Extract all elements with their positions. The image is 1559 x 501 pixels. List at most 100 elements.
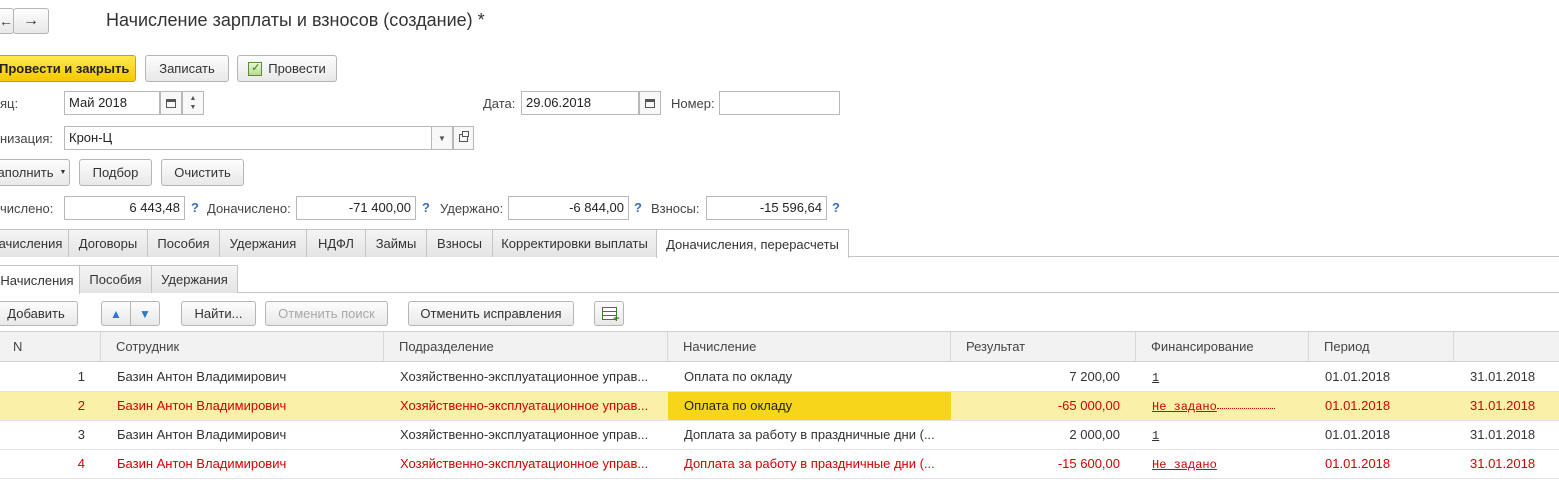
row-number: 4 (77, 456, 85, 471)
contributions-help-icon[interactable]: ? (832, 200, 840, 215)
date-field[interactable]: 29.06.2018 (521, 91, 639, 115)
month-field[interactable]: Май 2018 (64, 91, 160, 115)
arrow-down-icon: ▼ (139, 306, 151, 321)
accrued-label: числено: (0, 201, 54, 216)
department-cell[interactable]: Хозяйственно-эксплуатационное управ... (400, 392, 664, 420)
save-button[interactable]: Записать (145, 55, 229, 82)
financing-cell[interactable]: 1 (1152, 363, 1292, 391)
add-row-button[interactable]: Добавить (0, 301, 78, 326)
number-field[interactable] (719, 91, 840, 115)
tab-contracts[interactable]: Договоры (68, 229, 148, 257)
employee-cell[interactable]: Базин Антон Владимирович (117, 421, 379, 449)
financing-link[interactable]: Не задано (1152, 458, 1217, 472)
subtab-accruals[interactable]: Начисления (0, 265, 80, 294)
result-cell[interactable]: 7 200,00 (951, 363, 1120, 391)
financing-cell[interactable]: Не задано (1152, 392, 1292, 420)
withheld-help-icon[interactable]: ? (634, 200, 642, 215)
clear-button[interactable]: Очистить (161, 159, 244, 186)
financing-cell[interactable]: 1 (1152, 421, 1292, 449)
accrual-cell[interactable]: Оплата по окладу (668, 392, 951, 420)
tab-payment-corrections[interactable]: Корректировки выплаты (492, 229, 657, 257)
back-button[interactable]: ← (0, 8, 14, 34)
column-header-department[interactable]: Подразделение (384, 332, 668, 362)
month-label: яц: (0, 96, 19, 111)
cancel-corrections-button[interactable]: Отменить исправления (408, 301, 574, 326)
column-header-employee[interactable]: Сотрудник (101, 332, 384, 362)
employee-cell[interactable]: Базин Антон Владимирович (117, 363, 379, 391)
period-from-cell[interactable]: 01.01.2018 (1325, 450, 1445, 478)
arrow-up-icon: ▲ (110, 306, 122, 321)
calendar-icon (166, 98, 176, 108)
chevron-up-icon: ▲ (189, 95, 197, 102)
table-row[interactable]: 4 Базин Антон Владимирович Хозяйственно-… (0, 450, 1559, 479)
table-row[interactable]: 3 Базин Антон Владимирович Хозяйственно-… (0, 421, 1559, 450)
forward-button[interactable]: → (13, 8, 49, 34)
column-header-period[interactable]: Период (1309, 332, 1454, 362)
subtab-benefits[interactable]: Пособия (79, 265, 152, 293)
period-to-cell[interactable]: 31.01.2018 (1470, 450, 1559, 478)
move-down-button[interactable]: ▼ (130, 301, 160, 326)
row-number: 2 (77, 398, 85, 413)
withheld-field: -6 844,00 (508, 196, 629, 220)
tab-ndfl[interactable]: НДФЛ (306, 229, 366, 257)
tab-deductions[interactable]: Удержания (219, 229, 307, 257)
column-header-n[interactable]: N (0, 332, 101, 362)
result-cell[interactable]: -15 600,00 (951, 450, 1120, 478)
table-row[interactable]: 1 Базин Антон Владимирович Хозяйственно-… (0, 363, 1559, 392)
employee-cell[interactable]: Базин Антон Владимирович (117, 392, 379, 420)
table-settings-button[interactable]: + (594, 301, 624, 326)
result-cell[interactable]: 2 000,00 (951, 421, 1120, 449)
select-button[interactable]: Подбор (79, 159, 152, 186)
result-cell[interactable]: -65 000,00 (951, 392, 1120, 420)
column-header-financing[interactable]: Финансирование (1136, 332, 1309, 362)
period-from-cell[interactable]: 01.01.2018 (1325, 392, 1445, 420)
table-row[interactable]: 2 Базин Антон Владимирович Хозяйственно-… (0, 392, 1559, 421)
date-calendar-button[interactable] (639, 91, 661, 115)
organization-field[interactable]: Крон-Ц (64, 126, 432, 150)
department-cell[interactable]: Хозяйственно-эксплуатационное управ... (400, 421, 664, 449)
period-to-cell[interactable]: 31.01.2018 (1470, 363, 1559, 391)
period-from-cell[interactable]: 01.01.2018 (1325, 421, 1445, 449)
post-and-close-button[interactable]: Провести и закрыть (0, 55, 136, 82)
tab-accruals[interactable]: ачисления (0, 229, 69, 257)
accrual-cell[interactable]: Доплата за работу в праздничные дни (... (684, 450, 946, 478)
tab-benefits[interactable]: Пособия (147, 229, 220, 257)
subtab-deductions[interactable]: Удержания (151, 265, 238, 293)
period-to-cell[interactable]: 31.01.2018 (1470, 392, 1559, 420)
fill-dropdown-button[interactable]: аполнить ▼ (0, 159, 70, 186)
period-to-cell[interactable]: 31.01.2018 (1470, 421, 1559, 449)
employee-cell[interactable]: Базин Антон Владимирович (117, 450, 379, 478)
financing-cell[interactable]: Не задано (1152, 450, 1292, 478)
find-button[interactable]: Найти... (181, 301, 256, 326)
accrual-cell[interactable]: Оплата по окладу (684, 363, 946, 391)
month-stepper[interactable]: ▲ ▼ (182, 91, 204, 115)
cancel-search-button[interactable]: Отменить поиск (265, 301, 388, 326)
calendar-button[interactable] (160, 91, 182, 115)
fill-label: аполнить (0, 165, 54, 180)
row-number: 3 (77, 427, 85, 442)
tab-contributions[interactable]: Взносы (426, 229, 493, 257)
period-from-cell[interactable]: 01.01.2018 (1325, 363, 1445, 391)
chevron-down-icon: ▼ (189, 104, 197, 111)
column-header-result[interactable]: Результат (951, 332, 1136, 362)
move-up-button[interactable]: ▲ (101, 301, 131, 326)
organization-dropdown-button[interactable]: ▼ (431, 126, 453, 150)
tab-additional-accruals[interactable]: Доначисления, перерасчеты (656, 229, 849, 258)
financing-link[interactable]: Не задано (1152, 400, 1217, 414)
column-header-period-end[interactable] (1454, 332, 1559, 362)
accrual-cell[interactable]: Доплата за работу в праздничные дни (... (684, 421, 946, 449)
additional-help-icon[interactable]: ? (422, 200, 430, 215)
column-header-accrual[interactable]: Начисление (668, 332, 951, 362)
department-cell[interactable]: Хозяйственно-эксплуатационное управ... (400, 363, 664, 391)
post-label: Провести (268, 61, 326, 76)
accrued-help-icon[interactable]: ? (191, 200, 199, 215)
financing-link[interactable]: 1 (1152, 371, 1159, 385)
financing-link[interactable]: 1 (1152, 429, 1159, 443)
calendar-icon (645, 98, 655, 108)
tab-loans[interactable]: Займы (365, 229, 427, 257)
organization-open-button[interactable] (453, 126, 474, 150)
arrow-left-icon: ← (0, 13, 13, 29)
row-number: 1 (77, 369, 85, 384)
post-button[interactable]: ✓ Провести (237, 55, 337, 82)
department-cell[interactable]: Хозяйственно-эксплуатационное управ... (400, 450, 664, 478)
